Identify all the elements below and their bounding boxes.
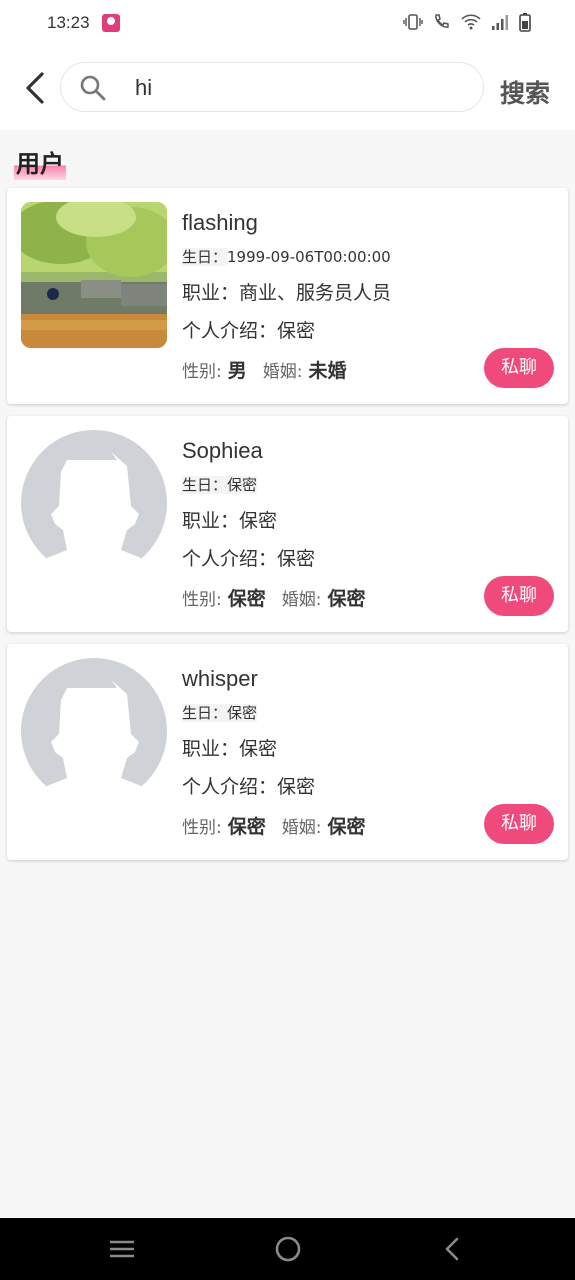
app-notification-icon [102, 14, 120, 32]
occupation-value: 保密 [239, 738, 278, 760]
meta-row: 性别: 男 婚姻: 未婚 [182, 356, 363, 383]
search-icon [80, 75, 106, 101]
occupation-value: 保密 [239, 510, 278, 532]
gender-value: 保密 [227, 588, 266, 610]
birthday-label: 生日： [182, 248, 228, 266]
back-button[interactable] [20, 70, 52, 106]
gender-label: 性别: [182, 590, 222, 610]
search-header: 搜索 [0, 48, 575, 130]
recent-apps-button[interactable] [107, 1234, 137, 1264]
birthday: 生日：保密 [182, 474, 258, 495]
status-time: 13:23 [47, 13, 90, 32]
introduction-label: 个人介绍： [182, 776, 278, 798]
introduction-value: 保密 [277, 320, 316, 342]
section-title: 用户 [14, 148, 66, 180]
wifi-call-icon [435, 14, 449, 28]
birthday-label: 生日： [182, 704, 228, 722]
user-card[interactable]: whisper 生日：保密 职业：保密 个人介绍：保密 性别: 保密 婚姻: 保… [7, 644, 568, 860]
birthday-value: 保密 [227, 704, 258, 722]
occupation: 职业：保密 [182, 506, 277, 533]
avatar-photo [21, 202, 167, 348]
marriage-value: 未婚 [308, 360, 347, 382]
wifi-icon [461, 14, 481, 30]
birthday: 生日：保密 [182, 702, 258, 723]
status-icons [403, 12, 531, 32]
birthday-value: 保密 [227, 476, 258, 494]
occupation-label: 职业： [182, 510, 240, 532]
introduction-value: 保密 [277, 776, 316, 798]
birthday-label: 生日： [182, 476, 228, 494]
gender-label: 性别: [182, 818, 222, 838]
meta-row: 性别: 保密 婚姻: 保密 [182, 812, 382, 839]
user-name: flashing [182, 210, 258, 235]
marriage-label: 婚姻: [281, 818, 322, 838]
vibrate-icon [403, 14, 423, 30]
occupation-label: 职业： [182, 282, 240, 304]
introduction-label: 个人介绍： [182, 320, 278, 342]
occupation-label: 职业： [182, 738, 240, 760]
search-input[interactable] [133, 71, 467, 105]
battery-icon [519, 13, 531, 32]
status-bar: 13:23 [0, 0, 575, 48]
introduction: 个人介绍：保密 [182, 316, 315, 343]
introduction-value: 保密 [277, 548, 316, 570]
marriage-value: 保密 [327, 816, 366, 838]
user-name: whisper [182, 666, 258, 691]
occupation: 职业：保密 [182, 734, 277, 761]
system-navigation-bar [0, 1218, 575, 1280]
search-box[interactable] [60, 62, 484, 112]
meta-row: 性别: 保密 婚姻: 保密 [182, 584, 382, 611]
back-arrow-icon [26, 72, 44, 104]
avatar [21, 202, 167, 348]
search-button[interactable]: 搜索 [500, 74, 550, 110]
gender-value: 男 [227, 360, 247, 382]
private-chat-button[interactable]: 私聊 [484, 576, 554, 616]
system-back-button[interactable] [437, 1234, 467, 1264]
introduction: 个人介绍：保密 [182, 772, 315, 799]
user-card[interactable]: flashing 生日：1999-09-06T00:00:00 职业：商业、服务… [7, 188, 568, 404]
occupation-value: 商业、服务员人员 [239, 282, 392, 304]
user-name: Sophiea [182, 438, 263, 463]
birthday: 生日：1999-09-06T00:00:00 [182, 246, 391, 267]
private-chat-button[interactable]: 私聊 [484, 348, 554, 388]
menu-icon [110, 1240, 134, 1258]
occupation: 职业：商业、服务员人员 [182, 278, 391, 305]
avatar-placeholder-icon [21, 658, 167, 804]
marriage-value: 保密 [327, 588, 366, 610]
home-button[interactable] [273, 1234, 303, 1264]
marriage-label: 婚姻: [281, 590, 322, 610]
private-chat-button[interactable]: 私聊 [484, 804, 554, 844]
gender-value: 保密 [227, 816, 266, 838]
user-card[interactable]: Sophiea 生日：保密 职业：保密 个人介绍：保密 性别: 保密 婚姻: 保… [7, 416, 568, 632]
back-chevron-icon [445, 1237, 459, 1261]
gender-label: 性别: [182, 362, 222, 382]
marriage-label: 婚姻: [262, 362, 303, 382]
birthday-value: 1999-09-06T00:00:00 [227, 248, 391, 266]
introduction: 个人介绍：保密 [182, 544, 315, 571]
avatar-placeholder-icon [21, 430, 167, 576]
signal-icon [492, 15, 508, 30]
home-circle-icon [275, 1236, 301, 1262]
introduction-label: 个人介绍： [182, 548, 278, 570]
